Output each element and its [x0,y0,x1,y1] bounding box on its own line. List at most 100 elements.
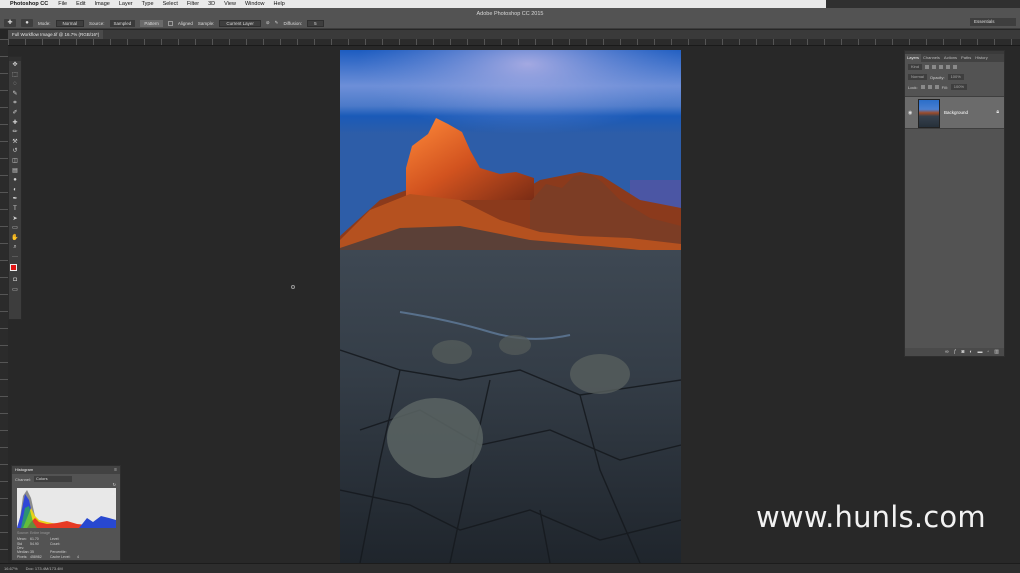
healing-brush-icon[interactable]: ✚ [9,119,21,129]
pen-icon[interactable]: ✒ [9,195,21,205]
eyedropper-icon[interactable]: ✐ [9,109,21,119]
horizontal-ruler[interactable] [8,39,1020,46]
menu-layer[interactable]: Layer [119,1,133,7]
type-icon[interactable]: T [9,205,21,215]
quick-select-icon[interactable]: ✎ [9,90,21,100]
ignore-adjustment-icon[interactable]: ⊘ [266,20,270,26]
options-bar: Adobe Photoshop CC 2015 ✚ ● Mode: Normal… [0,8,1020,29]
menu-type[interactable]: Type [142,1,154,7]
blur-icon[interactable]: ● [9,176,21,186]
refresh-icon[interactable]: ↻ [113,482,116,487]
doc-size-info[interactable]: Doc: 173.4M/173.4M [26,564,63,573]
tab-history[interactable]: History [973,54,989,62]
menu-view[interactable]: View [224,1,236,7]
stat-value [77,537,99,541]
rectangle-icon[interactable]: ▭ [9,224,21,234]
blend-mode-select[interactable]: Normal [908,74,927,80]
filter-smart-icon[interactable] [953,65,958,69]
tab-paths[interactable]: Paths [959,54,973,62]
cache-warning-icon[interactable]: ⚠ [111,491,115,496]
zoom-level[interactable]: 16.67% [4,564,18,573]
channel-select[interactable]: Colors [34,476,73,482]
mode-label: Mode: [38,20,51,26]
menu-bar: Photoshop CC File Edit Image Layer Type … [0,0,1020,8]
lock-position-icon[interactable] [927,85,932,89]
clone-stamp-icon[interactable]: ⚒ [9,138,21,148]
delete-layer-icon[interactable]: ▥ [994,349,999,355]
menu-help[interactable]: Help [274,1,285,7]
source-label: Source: [89,20,105,26]
document-image[interactable] [340,50,681,563]
tab-layers[interactable]: Layers [905,54,922,62]
tab-channels[interactable]: Channels [921,54,942,62]
foreground-color-swatch[interactable] [10,264,17,272]
move-icon[interactable]: ✥ [9,61,21,71]
more-tools-icon[interactable]: ··· [9,253,21,263]
panel-menu-icon[interactable]: ≡ [114,466,117,474]
crop-icon[interactable]: ⌗ [9,99,21,109]
document-tab[interactable]: Full Workflow Image.tif @ 16.7% (RGB/16*… [8,30,104,39]
sample-select[interactable]: Current Layer [219,19,261,27]
app-menu[interactable]: Photoshop CC [10,1,48,7]
brush-settings-icon[interactable]: ● [21,19,33,27]
lock-pixels-icon[interactable] [920,85,925,89]
menu-3d[interactable]: 3D [208,1,215,7]
diffusion-input[interactable]: 5 [307,19,324,27]
layers-footer: ∞ ƒ ◙ ◐ ▬ ▫ ▥ [905,348,1004,356]
hand-icon[interactable]: ✋ [9,234,21,244]
layer-style-icon[interactable]: ƒ [954,349,957,355]
layer-name[interactable]: Background [944,110,968,115]
brush-icon[interactable]: ✏ [9,128,21,138]
menu-filter[interactable]: Filter [187,1,199,7]
channel-label: Channel: [15,476,32,482]
filter-pixel-icon[interactable] [925,65,930,69]
lock-row: Lock: Fill: 100% [905,82,1004,92]
source-pattern-button[interactable]: Pattern [140,19,163,27]
healing-brush-preset-icon[interactable]: ✚ [4,19,16,27]
add-mask-icon[interactable]: ◙ [961,349,964,355]
menu-image[interactable]: Image [95,1,110,7]
history-brush-icon[interactable]: ↺ [9,147,21,157]
lock-all-icon[interactable] [934,85,939,89]
stat-label: Cache Level: [50,554,71,559]
screen-mode-icon[interactable]: ▭ [9,286,21,296]
menu-select[interactable]: Select [163,1,178,7]
stat-value [77,542,99,550]
filter-shape-icon[interactable] [946,65,951,69]
pressure-icon[interactable]: ✎ [275,20,279,26]
layer-row-background[interactable]: ◉ Background 🔒︎ [905,96,1004,129]
new-group-icon[interactable]: ▬ [977,349,982,355]
tab-actions[interactable]: Actions [942,54,959,62]
status-bar: 16.67% Doc: 173.4M/173.4M [0,563,1020,573]
gradient-icon[interactable]: ▤ [9,167,21,177]
histogram-panel: Histogram ≡ Channel: Colors ↻ ⚠ Source: … [11,465,121,561]
adjustment-layer-icon[interactable]: ◐ [969,349,972,355]
filter-adjust-icon[interactable] [932,65,937,69]
link-layers-icon[interactable]: ∞ [945,349,949,355]
histogram-title[interactable]: Histogram [12,466,120,474]
visibility-eye-icon[interactable]: ◉ [908,110,912,116]
path-select-icon[interactable]: ➤ [9,215,21,225]
source-sampled-button[interactable]: Sampled [109,19,136,27]
filter-type-icon[interactable] [939,65,944,69]
workspace-select[interactable]: Essentials [970,18,1016,26]
lasso-icon[interactable]: ◌ [9,80,21,90]
eraser-icon[interactable]: ◫ [9,157,21,167]
document-tab-bar: Full Workflow Image.tif @ 16.7% (RGB/16*… [8,30,1020,39]
quick-mask-icon[interactable]: ◘ [9,276,21,286]
source-label: Source: [17,531,30,535]
menu-window[interactable]: Window [245,1,265,7]
dodge-icon[interactable]: ◐ [9,186,21,196]
vertical-ruler[interactable] [0,39,8,563]
aligned-checkbox[interactable] [167,20,173,26]
source-value[interactable]: Entire Image [30,531,50,535]
fill-input[interactable]: 100% [950,84,968,90]
mode-select[interactable]: Normal [55,19,85,27]
menu-edit[interactable]: Edit [76,1,85,7]
zoom-icon[interactable]: ⌕ [9,243,21,253]
opacity-input[interactable]: 100% [947,74,964,80]
marquee-icon[interactable]: ⬚ [9,71,21,81]
new-layer-icon[interactable]: ▫ [987,349,989,355]
menu-file[interactable]: File [58,1,67,7]
kind-filter-select[interactable]: Kind [908,64,923,70]
